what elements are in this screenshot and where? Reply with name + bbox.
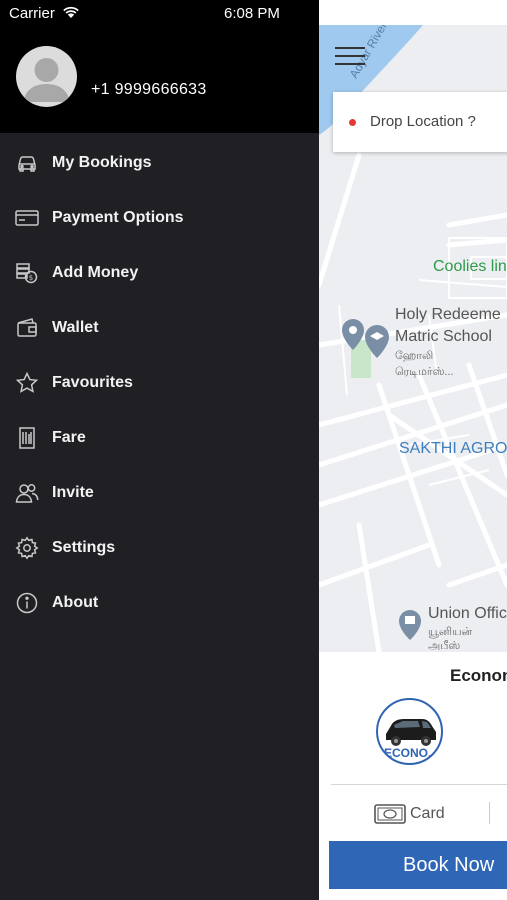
star-icon [15, 371, 39, 393]
menu-label: Fare [52, 429, 86, 446]
carrier-label: Carrier [9, 5, 55, 22]
menu-label: About [52, 594, 99, 611]
cash-note-icon [374, 804, 406, 824]
clock-label: 6:08 PM [224, 5, 280, 22]
avatar[interactable] [16, 46, 77, 107]
menu-label: Settings [52, 539, 116, 556]
menu-item-invite[interactable]: Invite [0, 466, 319, 521]
drop-location-dot-icon [349, 119, 356, 126]
menu-item-my-bookings[interactable]: My Bookings [0, 136, 319, 191]
menu-hamburger-icon[interactable] [335, 45, 365, 67]
menu-label: Payment Options [52, 209, 184, 226]
menu-item-settings[interactable]: Settings [0, 521, 319, 576]
vehicle-option-label: ECONO.. [384, 746, 435, 760]
menu-label: Add Money [52, 264, 139, 281]
gear-icon [15, 536, 39, 560]
wallet-icon [17, 318, 37, 337]
drop-location-field[interactable]: Drop Location ? [333, 92, 507, 152]
booking-panel: Econon ECONO.. Card Book Now [319, 652, 507, 900]
vehicle-category-title: Econon [450, 666, 507, 685]
poi-label-coolies: Coolies lin [433, 258, 507, 275]
menu-item-favourites[interactable]: Favourites [0, 356, 319, 411]
menu-item-payment-options[interactable]: Payment Options [0, 191, 319, 246]
menu-item-about[interactable]: About [0, 576, 319, 631]
poi-label-union-tamil2: அபீஸ் [428, 640, 461, 652]
user-phone-number: +1 9999666633 [91, 81, 207, 98]
user-avatar-icon [23, 58, 70, 102]
receipt-icon [19, 427, 35, 449]
panel-divider [331, 784, 507, 785]
svg-text:$: $ [29, 274, 33, 282]
drawer-menu: My Bookings Payment Options $ Add Money [0, 136, 319, 631]
poi-label-agro: SAKTHI AGRO [399, 440, 507, 457]
poi-label-union-tamil1: யூனியன் [428, 626, 473, 638]
car-icon [18, 156, 36, 172]
book-now-label: Book Now [403, 854, 495, 876]
menu-label: My Bookings [52, 154, 152, 171]
menu-item-wallet[interactable]: Wallet [0, 301, 319, 356]
wifi-icon [63, 6, 79, 18]
navigation-drawer: +1 9999666633 My Bookings Payment Option… [0, 25, 319, 900]
book-now-button[interactable]: Book Now [329, 841, 507, 889]
poi-label-school-tamil2: ரெடிமர்ஸ்... [395, 366, 454, 378]
drop-location-placeholder: Drop Location ? [370, 113, 476, 130]
money-icon: $ [16, 263, 38, 284]
credit-card-icon [15, 210, 39, 226]
users-icon [15, 484, 39, 503]
menu-item-fare[interactable]: Fare [0, 411, 319, 466]
menu-label: Favourites [52, 374, 133, 391]
menu-item-add-money[interactable]: $ Add Money [0, 246, 319, 301]
menu-label: Invite [52, 484, 94, 501]
poi-label-union: Union Offic [428, 605, 507, 622]
panel-vertical-divider [489, 802, 490, 824]
poi-label-school-line2: Matric School [395, 328, 492, 345]
office-pin-icon [399, 610, 421, 640]
info-icon [16, 592, 38, 614]
drawer-header: +1 9999666633 [0, 25, 319, 133]
status-bar: Carrier 6:08 PM [0, 0, 319, 25]
poi-label-school-line1: Holy Redeeme [395, 306, 501, 323]
menu-label: Wallet [52, 319, 99, 336]
vehicle-option-economy[interactable]: ECONO.. [376, 698, 443, 765]
payment-method-label: Card [410, 805, 445, 822]
poi-label-school-tamil1: ஹோலி [395, 350, 434, 362]
